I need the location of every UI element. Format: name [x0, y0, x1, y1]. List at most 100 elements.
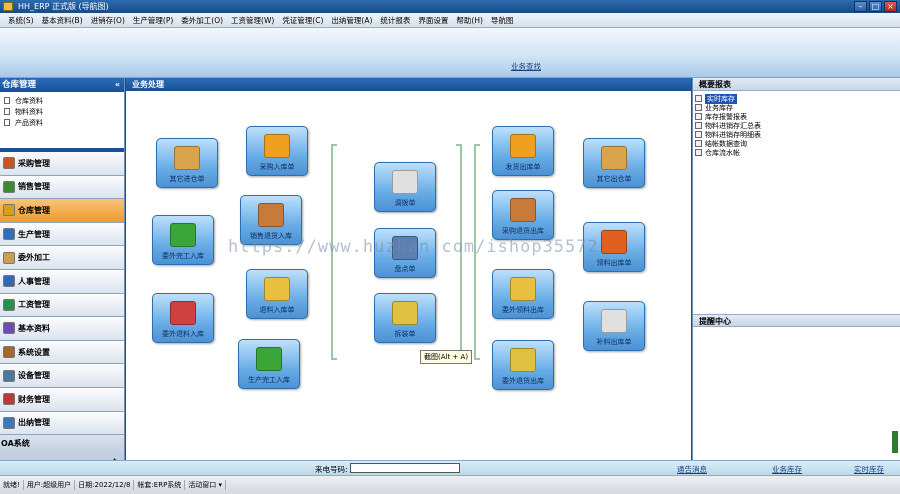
menu-item[interactable]: 进销存(O) — [91, 15, 125, 26]
nav-item[interactable]: 采购管理 — [0, 152, 124, 176]
document-icon — [601, 146, 627, 170]
minimize-button[interactable]: – — [854, 1, 867, 12]
tile-label: 委外退货出库 — [502, 377, 544, 385]
tile-label: 发货出库单 — [505, 163, 541, 171]
menu-item[interactable]: 委外加工(O) — [181, 15, 223, 26]
menu-bar: 系统(S) 基本资料(B) 进销存(O) 生产管理(P) 委外加工(O) 工资管理(W) 凭… — [0, 13, 900, 28]
module-icon — [3, 298, 15, 311]
document-icon — [392, 170, 418, 194]
nav-item[interactable]: 出纳管理 — [0, 411, 124, 436]
tile-button[interactable]: 采购退货出库 — [492, 190, 554, 240]
tile-button[interactable]: 其它出仓单 — [583, 138, 645, 188]
app-icon — [3, 2, 13, 11]
nav-item[interactable]: 工资管理 — [0, 293, 124, 318]
tile-label: 生产完工入库 — [248, 376, 290, 384]
nav-item[interactable]: 财务管理 — [0, 387, 124, 412]
document-icon — [264, 277, 290, 301]
right-panel: 概要报表 实时库存 业务库存 库存报警报表 物料进销存汇总表 物料进销存明细表 结帐数据查… — [692, 78, 900, 460]
subitem[interactable]: 产品资料 — [4, 117, 124, 128]
subitem-label: 物料资料 — [15, 107, 43, 116]
scrollbar-thumb[interactable] — [892, 431, 898, 453]
status-account: 帐套:ERP系统 — [134, 480, 186, 490]
report-item[interactable]: 仓库流水帐 — [695, 148, 900, 157]
menu-item[interactable]: 出纳管理(A) — [331, 15, 372, 26]
tile-button[interactable]: 退料入库单 — [246, 269, 308, 319]
document-icon — [510, 134, 536, 158]
tile-label: 其它进仓单 — [169, 175, 205, 183]
business-stock-link[interactable]: 业务库存 — [772, 464, 802, 475]
business-lookup-link[interactable]: 业务查找 — [511, 61, 541, 72]
collapse-icon[interactable]: « — [115, 78, 120, 92]
tile-button[interactable]: 委外退货出库 — [492, 340, 554, 390]
tile-label: 委外领料出库 — [502, 306, 544, 314]
tile-button[interactable]: 委外完工入库 — [152, 215, 214, 265]
module-nav: 采购管理 销售管理 仓库管理生产管理委外加工 人事管理工资管理基本资料 系统设置 设备管理… — [0, 152, 124, 436]
nav-item[interactable]: 委外加工 — [0, 246, 124, 270]
nav-label: 生产管理 — [18, 229, 50, 239]
maximize-button[interactable]: □ — [869, 1, 882, 12]
tile-label: 委外退料入库 — [162, 330, 204, 338]
tile-button[interactable]: 委外领料出库 — [492, 269, 554, 319]
nav-item[interactable]: 仓库管理 — [0, 199, 124, 223]
document-icon — [264, 134, 290, 158]
tile-button[interactable]: 采购入库单 — [246, 126, 308, 176]
report-icon — [695, 140, 702, 147]
tile-label: 盘点单 — [394, 265, 416, 273]
nav-item[interactable]: 销售管理 — [0, 175, 124, 200]
nav-item[interactable]: 设备管理 — [0, 364, 124, 388]
phone-input[interactable] — [350, 463, 460, 473]
document-icon — [510, 348, 536, 372]
nav-item[interactable]: 系统设置 — [0, 340, 124, 365]
document-icon — [4, 108, 10, 115]
document-icon — [510, 277, 536, 301]
tile-label: 拆装单 — [394, 330, 416, 338]
tile-button[interactable]: 其它进仓单 — [156, 138, 218, 188]
close-button[interactable]: × — [884, 1, 897, 12]
nav-label: 工资管理 — [18, 300, 50, 310]
tile-button[interactable]: 发货出库单 — [492, 126, 554, 176]
menu-item[interactable]: 生产管理(P) — [133, 15, 173, 26]
window-title: HH_ERP 正式版 (导航图) — [18, 2, 109, 11]
menu-item[interactable]: 基本资料(B) — [42, 15, 83, 26]
subitem[interactable]: 物料资料 — [4, 106, 124, 117]
reminder-center-header: 提醒中心 — [693, 314, 900, 327]
menu-item[interactable]: 工资管理(W) — [231, 15, 274, 26]
document-icon — [258, 203, 284, 227]
watermark: https://www.huzhan.com/ishop35572 — [228, 237, 599, 257]
document-icon — [601, 230, 627, 254]
nav-item[interactable]: 生产管理 — [0, 222, 124, 247]
title-bar: HH_ERP 正式版 (导航图) – □ × — [0, 0, 900, 13]
left-panel-header: 仓库管理 « — [0, 78, 124, 92]
subitem[interactable]: 仓库资料 — [4, 95, 124, 106]
nav-item[interactable]: 人事管理 — [0, 269, 124, 294]
menu-item[interactable]: 界面设置 — [418, 15, 448, 26]
realtime-stock-link[interactable]: 实时库存 — [854, 464, 884, 475]
tile-button[interactable]: 调拨单 — [374, 162, 436, 212]
document-icon — [256, 347, 282, 371]
oa-label: OA系统 — [1, 439, 30, 449]
tile-button[interactable]: 生产完工入库 — [238, 339, 300, 389]
menu-item[interactable]: 导航图 — [491, 15, 514, 26]
tile-button[interactable]: 补料出库单 — [583, 301, 645, 351]
menu-item[interactable]: 帮助(H) — [456, 15, 483, 26]
module-icon — [3, 322, 15, 335]
document-icon — [601, 309, 627, 333]
tile-button[interactable]: 拆装单 — [374, 293, 436, 343]
nav-item[interactable]: 基本资料 — [0, 317, 124, 341]
document-icon — [4, 97, 10, 104]
screenshot-tooltip: 截图(Alt + A) — [420, 350, 473, 364]
tile-button[interactable]: 委外退料入库 — [152, 293, 214, 343]
left-panel: 仓库管理 « 仓库资料 物料资料 产品资料 采购管理 销售管理 仓库管理生产管理委外加工… — [0, 78, 125, 474]
report-list: 实时库存 业务库存 库存报警报表 物料进销存汇总表 物料进销存明细表 结帐数据查询 仓库流水… — [693, 91, 900, 301]
notice-link[interactable]: 通告消息 — [677, 464, 707, 475]
menu-item[interactable]: 系统(S) — [8, 15, 34, 26]
active-window-dropdown[interactable]: 活动窗口 ▾ — [185, 480, 227, 490]
report-icon — [695, 104, 702, 111]
module-icon — [3, 275, 15, 288]
document-icon — [174, 146, 200, 170]
menu-item[interactable]: 统计报表 — [380, 15, 410, 26]
oa-system-item[interactable]: OA系统 — [0, 435, 124, 454]
bottom-bar: 来电号码: 通告消息 业务库存 实时库存 — [0, 460, 900, 475]
tile-label: 调拨单 — [394, 199, 416, 207]
menu-item[interactable]: 凭证管理(C) — [282, 15, 323, 26]
